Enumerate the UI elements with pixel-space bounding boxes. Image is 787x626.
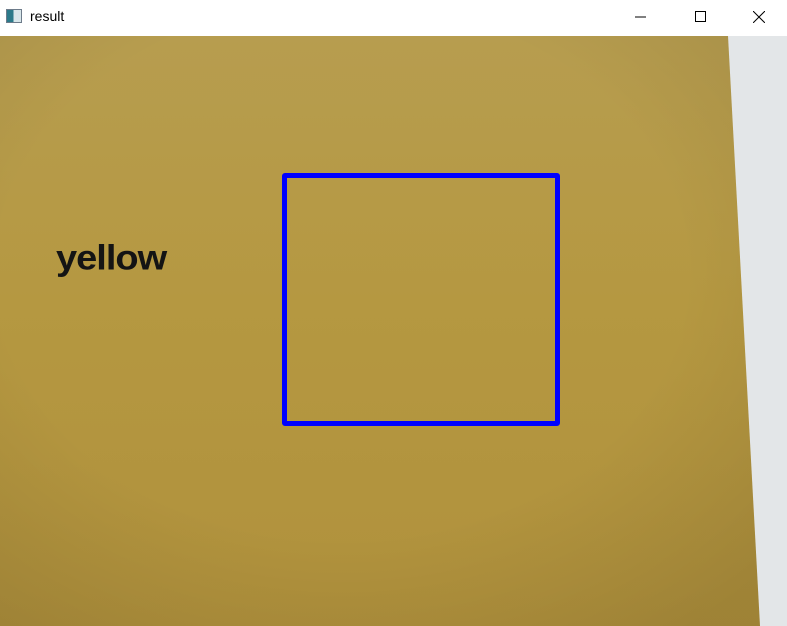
opencv-window-icon: [6, 9, 22, 23]
maximize-button[interactable]: [673, 0, 731, 34]
minimize-button[interactable]: [613, 0, 671, 34]
title-bar[interactable]: result: [0, 0, 787, 34]
maximize-icon: [695, 11, 706, 22]
detection-bounding-box: [282, 173, 560, 426]
close-icon: [753, 11, 765, 23]
result-window: result yellow: [0, 0, 787, 626]
window-title: result: [30, 8, 65, 24]
camera-image-area: yellow: [0, 36, 787, 626]
detected-color-label: yellow: [56, 239, 167, 278]
close-button[interactable]: [731, 0, 787, 34]
minimize-icon: [635, 16, 646, 18]
